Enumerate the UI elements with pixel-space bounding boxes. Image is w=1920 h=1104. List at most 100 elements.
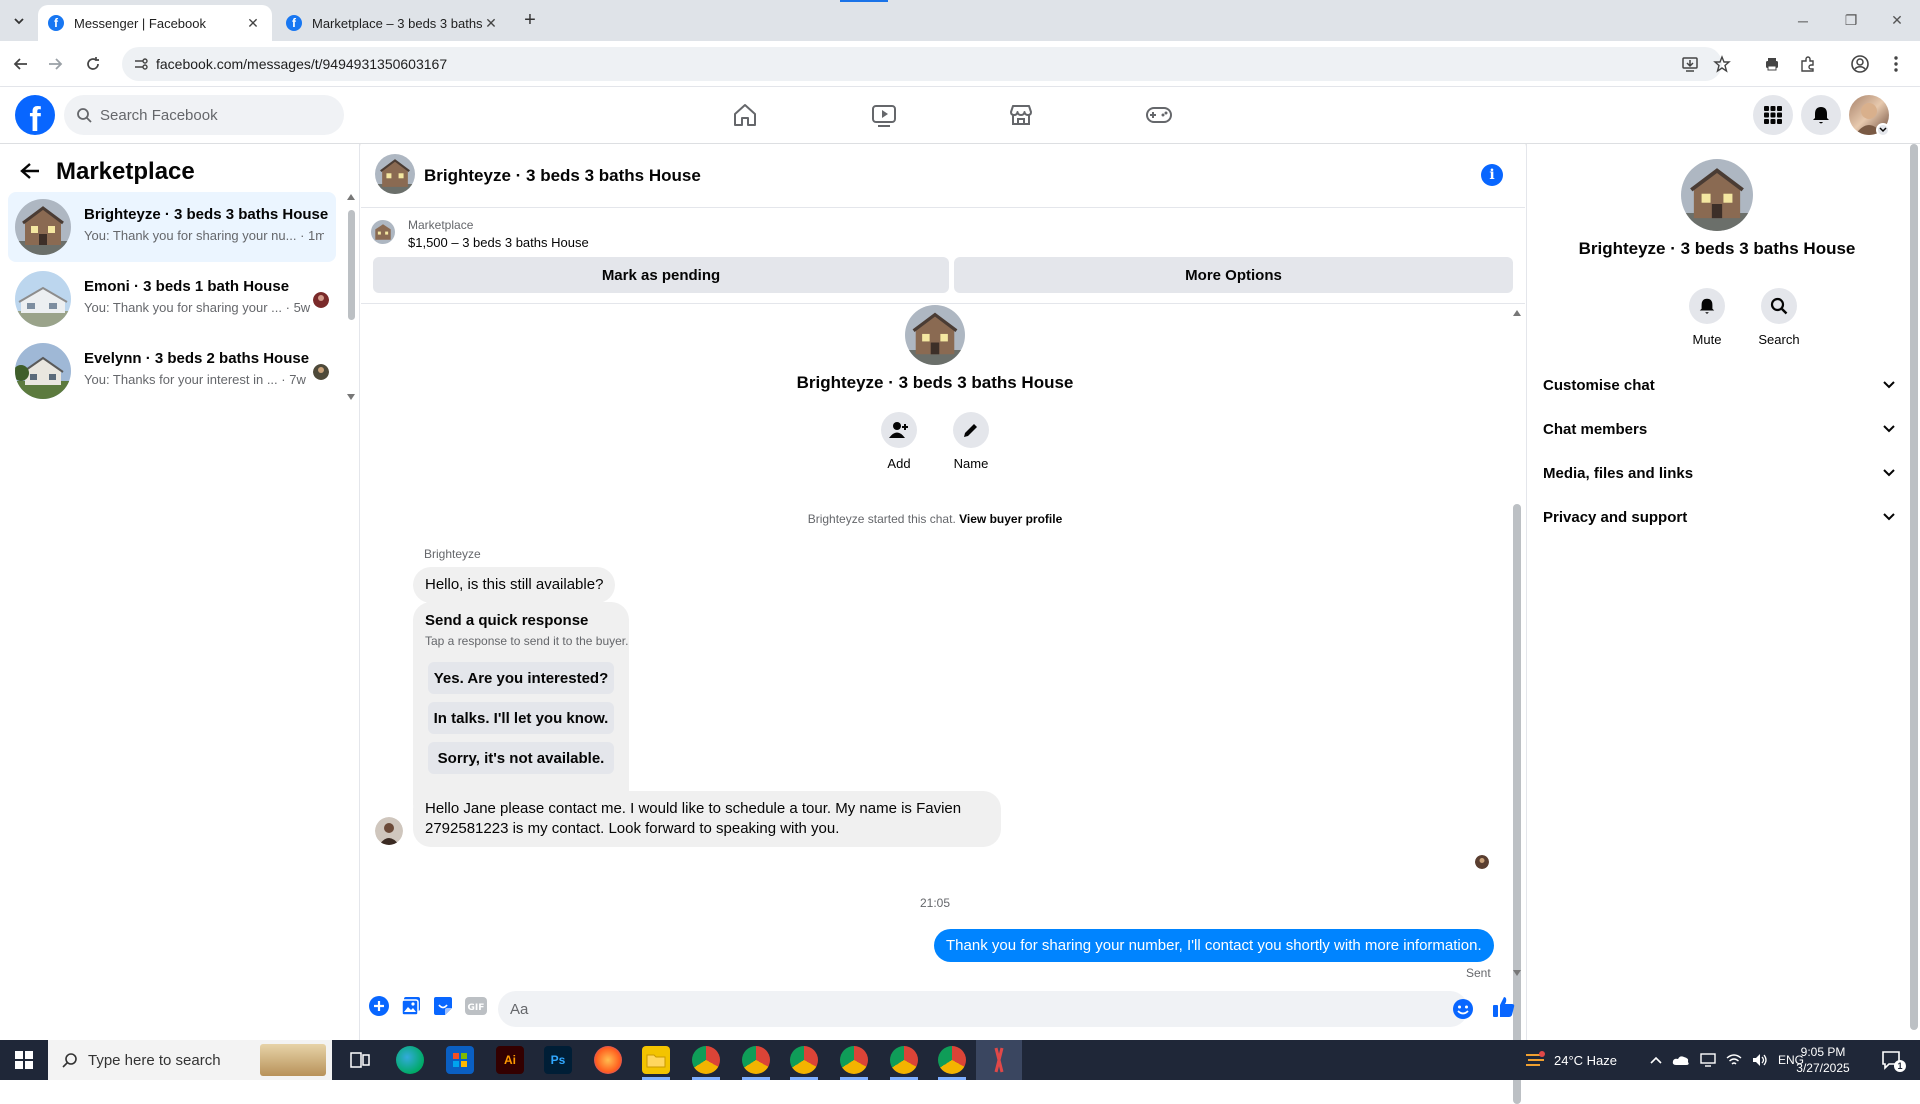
marketplace-icon[interactable] [1005,99,1037,131]
edge-browser-icon[interactable] [396,1046,424,1074]
profile-icon[interactable] [1848,52,1872,76]
add-people-button[interactable]: Add [869,412,929,471]
close-window-button[interactable]: ✕ [1874,0,1920,41]
weather-widget[interactable]: 24°C Haze [1524,1040,1617,1080]
address-bar[interactable]: facebook.com/messages/t/9494931350603167 [122,47,1722,81]
scroll-down-arrow-icon[interactable] [1513,970,1521,976]
quick-response-option[interactable]: Sorry, it's not available. [428,742,614,774]
microsoft-store-icon[interactable] [446,1046,474,1074]
display-icon[interactable] [1700,1053,1716,1067]
details-title: Brighteyze · 3 beds 3 baths House [1578,239,1856,258]
arrow-right-icon [49,58,63,70]
taskbar-search-input[interactable]: Type here to search [48,1040,332,1080]
tab-search-button[interactable] [6,8,32,34]
chrome-profile-icon[interactable] [742,1046,770,1074]
illustrator-icon[interactable]: Ai [496,1046,524,1074]
home-icon[interactable] [729,99,761,131]
message-input[interactable]: Aa [498,991,1468,1027]
tab-messenger[interactable]: f Messenger | Facebook ✕ [38,5,272,41]
chevron-up-icon[interactable] [1650,1056,1662,1064]
notifications-button[interactable] [1801,95,1841,135]
media-files-links-section[interactable]: Media, files and links [1543,455,1895,491]
mute-button[interactable]: Mute [1677,288,1737,347]
speaker-icon[interactable] [1752,1053,1768,1067]
chat-members-section[interactable]: Chat members [1543,411,1895,447]
like-thumb-icon[interactable] [1492,995,1516,1019]
listing-thumbnail[interactable] [371,220,395,244]
chrome-profile-icon[interactable] [790,1046,818,1074]
taskbar-clock[interactable]: 9:05 PM 3/27/2025 [1778,1044,1868,1076]
conversation-item[interactable]: Brighteyze · 3 beds 3 baths House You: T… [8,192,336,262]
url-text: facebook.com/messages/t/9494931350603167 [156,56,448,72]
name-chat-button[interactable]: Name [941,412,1001,471]
new-tab-button[interactable]: + [518,8,542,32]
emoji-icon[interactable] [1452,998,1474,1020]
install-app-icon[interactable] [1678,52,1702,76]
listing-price-title[interactable]: $1,500 – 3 beds 3 baths House [408,235,589,250]
file-explorer-icon[interactable] [642,1046,670,1074]
chrome-profile-icon[interactable] [840,1046,868,1074]
close-icon[interactable]: ✕ [244,14,262,32]
forward-button[interactable] [44,53,66,75]
back-arrow-icon[interactable] [20,162,40,180]
scroll-up-arrow-icon[interactable] [1513,310,1521,316]
sender-avatar[interactable] [375,817,403,845]
tab-marketplace[interactable]: f Marketplace – 3 beds 3 baths H ✕ [276,5,510,41]
quick-response-option[interactable]: In talks. I'll let you know. [428,702,614,734]
chrome-profile-icon[interactable] [938,1046,966,1074]
section-label: Customise chat [1543,376,1655,394]
quick-response-option[interactable]: Yes. Are you interested? [428,662,614,694]
privacy-support-section[interactable]: Privacy and support [1543,499,1895,535]
preview-time: · 5w [282,300,311,315]
view-buyer-profile-link[interactable]: View buyer profile [959,512,1062,526]
facebook-search-input[interactable]: Search Facebook [64,95,344,135]
chevron-down-icon [1883,513,1895,521]
extensions-puzzle-icon[interactable] [1796,52,1820,76]
photo-gallery-icon[interactable] [400,995,422,1017]
gif-icon[interactable]: GIF [464,995,488,1017]
wifi-icon[interactable] [1726,1053,1742,1067]
mark-as-pending-button[interactable]: Mark as pending [373,257,949,293]
active-app-highlight[interactable] [976,1040,1022,1080]
account-chevron-icon[interactable] [1876,123,1890,137]
plus-circle-icon[interactable] [368,995,390,1017]
page-scrollbar[interactable] [1910,144,1918,1030]
reload-button[interactable] [82,53,104,75]
chrome-profile-icon[interactable] [890,1046,918,1074]
scroll-down-arrow-icon[interactable] [347,394,355,400]
extension-printer-icon[interactable] [1760,52,1784,76]
video-icon[interactable] [868,99,900,131]
site-info-icon[interactable] [133,56,149,72]
scroll-up-arrow-icon[interactable] [347,194,355,200]
more-options-button[interactable]: More Options [954,257,1513,293]
info-icon[interactable]: i [1481,164,1503,186]
chat-avatar[interactable] [375,154,415,194]
sticker-icon[interactable] [432,995,454,1017]
browser-menu-icon[interactable] [1884,52,1908,76]
chat-header: Brighteyze · 3 beds 3 baths House i [361,144,1525,208]
search-in-chat-button[interactable]: Search [1749,288,1809,347]
bookmark-star-icon[interactable] [1710,52,1734,76]
task-view-icon[interactable] [346,1046,374,1074]
facebook-logo[interactable]: f [15,95,55,135]
preview-text: You: Thanks for your interest in ... [84,372,278,387]
photoshop-icon[interactable]: Ps [544,1046,572,1074]
onedrive-cloud-icon[interactable] [1672,1054,1690,1066]
firefox-icon[interactable] [594,1046,622,1074]
minimize-button[interactable]: ─ [1780,0,1826,41]
menu-grid-button[interactable] [1753,95,1793,135]
sidebar-scrollbar[interactable] [348,210,355,320]
chrome-profile-icon[interactable] [692,1046,720,1074]
gaming-icon[interactable] [1143,99,1175,131]
conversation-item[interactable]: Evelynn · 3 beds 2 baths House You: Than… [8,336,336,406]
windows-start-button[interactable] [0,1040,48,1080]
back-button[interactable] [10,53,32,75]
message-timestamp: 21:05 [919,896,951,910]
customise-chat-section[interactable]: Customise chat [1543,367,1895,403]
chat-title[interactable]: Brighteyze · 3 beds 3 baths House [424,166,701,186]
close-icon[interactable]: ✕ [482,14,500,32]
conversation-item[interactable]: Emoni · 3 beds 1 bath House You: Thank y… [8,264,336,334]
notification-center-button[interactable]: 1 [1880,1048,1906,1072]
marketplace-conversation-list: Marketplace Brighteyze · 3 beds 3 baths … [0,144,360,1040]
restore-button[interactable]: ❐ [1828,0,1874,41]
